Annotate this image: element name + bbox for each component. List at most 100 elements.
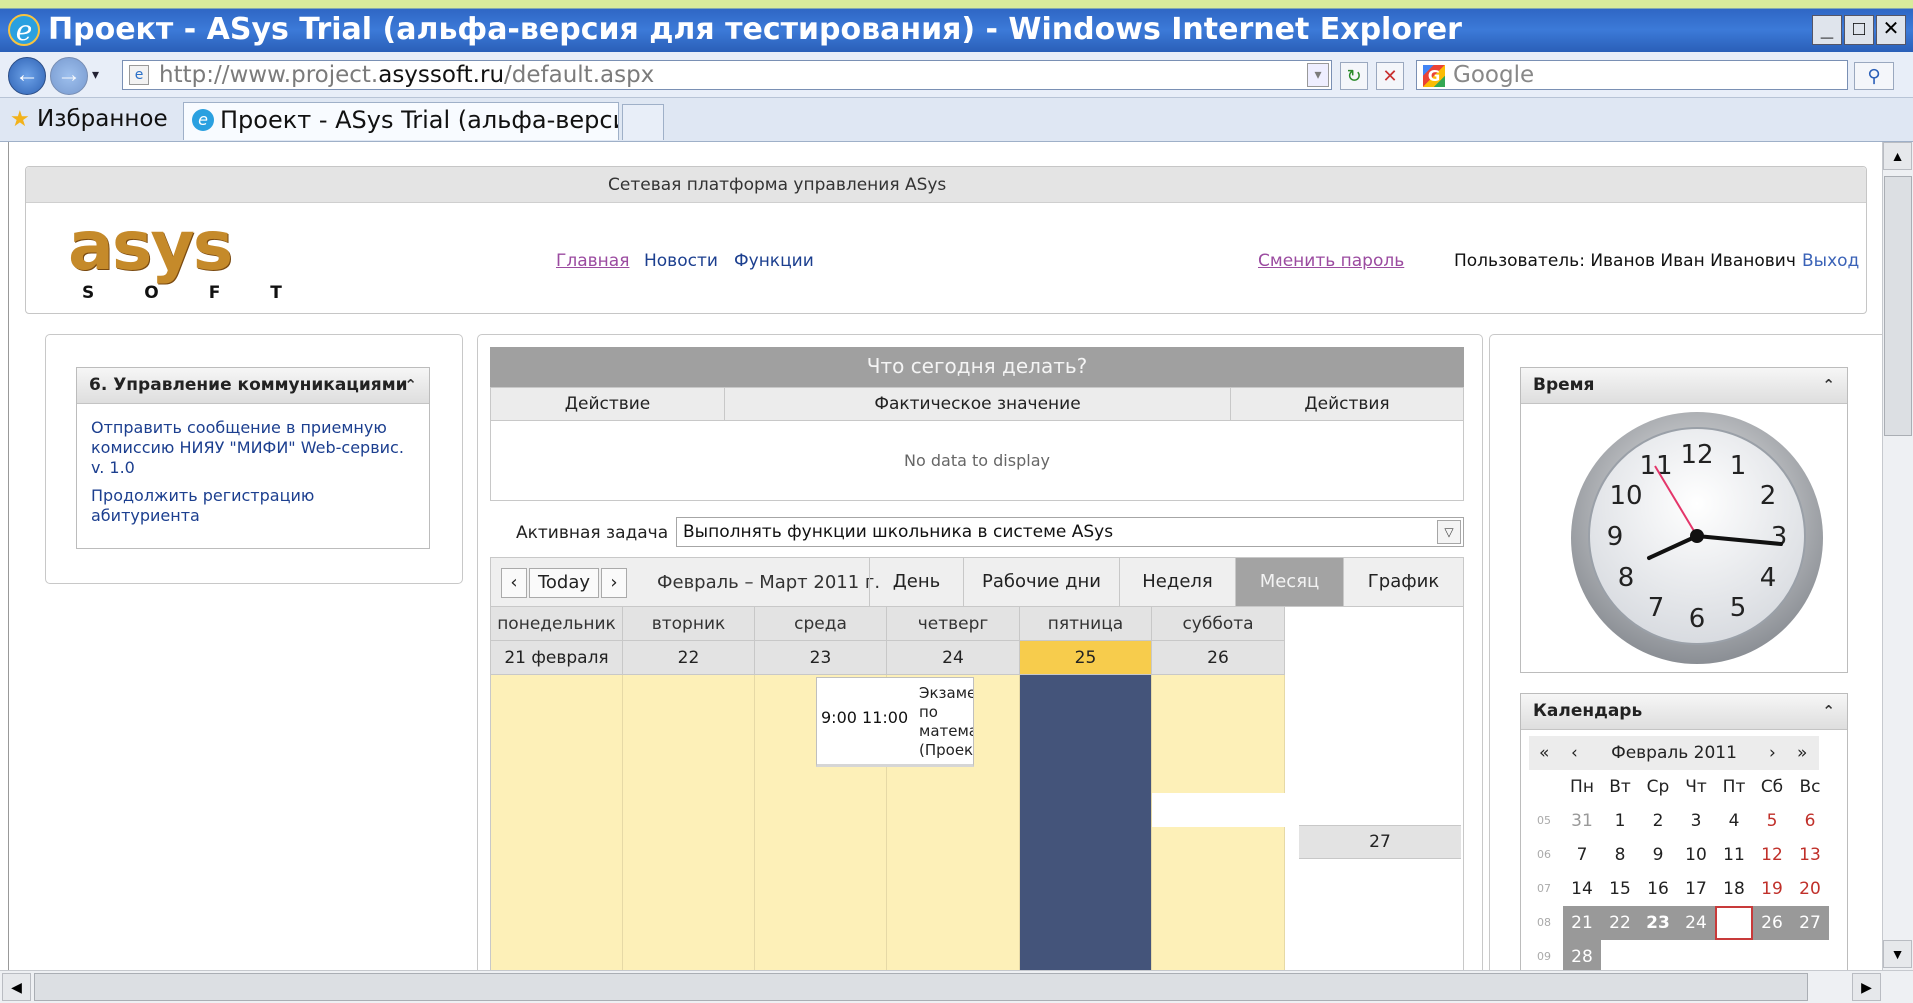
- day-number-3[interactable]: 24: [887, 641, 1020, 675]
- calendar-day[interactable]: 17: [1677, 872, 1715, 906]
- event-time: 9:00 11:00: [821, 708, 909, 727]
- nav-news-link[interactable]: Новости: [644, 251, 718, 271]
- horizontal-scrollbar[interactable]: ◀ ▶: [0, 970, 1913, 1003]
- calendar-day[interactable]: 3: [1677, 804, 1715, 838]
- calendar-day[interactable]: 23: [1639, 906, 1677, 940]
- todo-grid-columns: Действие Фактическое значение Действия: [490, 387, 1464, 421]
- day-cell-sunday[interactable]: [1152, 827, 1285, 970]
- calendar-day[interactable]: 19: [1753, 872, 1791, 906]
- calendar-day[interactable]: 9: [1639, 838, 1677, 872]
- sunday-number[interactable]: 27: [1299, 825, 1461, 859]
- collapse-icon[interactable]: ⌃: [404, 368, 417, 402]
- scroll-thumb[interactable]: [1884, 176, 1912, 436]
- day-cell-4[interactable]: [1020, 675, 1152, 970]
- close-button[interactable]: ✕: [1876, 15, 1906, 45]
- search-input[interactable]: G Google: [1416, 60, 1848, 90]
- calendar-day[interactable]: 31: [1563, 804, 1601, 838]
- day-cell-0[interactable]: [491, 675, 623, 970]
- minimize-button[interactable]: _: [1812, 15, 1842, 45]
- clock-number: 3: [1771, 522, 1788, 552]
- calendar-day[interactable]: 26: [1753, 906, 1791, 940]
- calendar-day[interactable]: 12: [1753, 838, 1791, 872]
- tab-month[interactable]: Месяц: [1235, 558, 1343, 606]
- logout-link[interactable]: Выход: [1802, 251, 1859, 271]
- calendar-day[interactable]: 27: [1791, 906, 1829, 940]
- day-number-0[interactable]: 21 февраля: [491, 641, 623, 675]
- next-button[interactable]: ›: [601, 568, 627, 598]
- scroll-right-icon[interactable]: ▶: [1852, 973, 1881, 1001]
- day-cell-saturday[interactable]: [1152, 675, 1285, 793]
- search-button[interactable]: ⚲: [1854, 62, 1894, 90]
- scroll-up-icon[interactable]: ▲: [1883, 142, 1912, 170]
- horizontal-scroll-thumb[interactable]: [34, 973, 1808, 1001]
- favorites-button[interactable]: ★ Избранное: [10, 104, 168, 135]
- tab-active[interactable]: e Проект - ASys Trial (альфа-версия...: [183, 102, 619, 140]
- calendar-day[interactable]: 24: [1677, 906, 1715, 940]
- address-field[interactable]: e http://www.project.asyssoft.ru/default…: [122, 60, 1332, 90]
- nav-home-link[interactable]: Главная: [556, 251, 629, 271]
- active-task-select[interactable]: Выполнять функции школьника в системе AS…: [676, 517, 1464, 547]
- calendar-day[interactable]: 10: [1677, 838, 1715, 872]
- day-number-5[interactable]: 26: [1152, 641, 1285, 675]
- clock-number: 2: [1760, 481, 1777, 511]
- calendar-day[interactable]: 16: [1639, 872, 1677, 906]
- chevron-down-icon[interactable]: ▽: [1437, 520, 1461, 544]
- tab-week[interactable]: Неделя: [1119, 558, 1235, 606]
- widget-title: 6. Управление коммуникациями: [89, 375, 408, 395]
- day-number-4[interactable]: 25: [1020, 641, 1152, 675]
- google-icon: G: [1423, 65, 1445, 87]
- calendar-day[interactable]: 13: [1791, 838, 1829, 872]
- continue-registration-link[interactable]: Продолжить регистрацию абитуриента: [91, 486, 417, 526]
- column-actions[interactable]: Действия: [1231, 388, 1463, 420]
- maximize-button[interactable]: □: [1844, 15, 1874, 45]
- history-dropdown-icon[interactable]: ▾: [92, 66, 99, 83]
- tab-day[interactable]: День: [869, 558, 963, 606]
- calendar-day[interactable]: 28: [1563, 940, 1601, 970]
- calendar-day[interactable]: 18: [1715, 872, 1753, 906]
- calendar-day[interactable]: 11: [1715, 838, 1753, 872]
- next-year-button[interactable]: »: [1797, 736, 1807, 770]
- weekday-1: Вт: [1609, 777, 1631, 797]
- calendar-day[interactable]: 4: [1715, 804, 1753, 838]
- new-tab-button[interactable]: [622, 104, 664, 140]
- calendar-day[interactable]: 25: [1715, 906, 1753, 940]
- collapse-icon[interactable]: ⌃: [1822, 694, 1835, 728]
- day-name-1: вторник: [623, 607, 755, 641]
- forward-button[interactable]: →: [50, 57, 88, 95]
- back-button[interactable]: ←: [8, 57, 46, 95]
- next-month-button[interactable]: ›: [1769, 736, 1776, 770]
- today-button[interactable]: Today: [529, 568, 599, 598]
- send-message-link[interactable]: Отправить сообщение в приемную комиссию …: [91, 418, 417, 478]
- calendar-day[interactable]: 20: [1791, 872, 1829, 906]
- scroll-left-icon[interactable]: ◀: [2, 973, 31, 1001]
- stop-icon[interactable]: ✕: [1376, 62, 1404, 90]
- calendar-day[interactable]: 8: [1601, 838, 1639, 872]
- calendar-day[interactable]: 6: [1791, 804, 1829, 838]
- tab-workdays[interactable]: Рабочие дни: [963, 558, 1119, 606]
- day-number-2[interactable]: 23: [755, 641, 887, 675]
- calendar-day[interactable]: 15: [1601, 872, 1639, 906]
- calendar-day[interactable]: 21: [1563, 906, 1601, 940]
- collapse-icon[interactable]: ⌃: [1822, 368, 1835, 402]
- column-actual-value[interactable]: Фактическое значение: [725, 388, 1231, 420]
- nav-functions-link[interactable]: Функции: [734, 251, 814, 271]
- calendar-day[interactable]: 7: [1563, 838, 1601, 872]
- refresh-icon[interactable]: ↻: [1340, 62, 1368, 90]
- clock-number: 8: [1618, 563, 1635, 593]
- calendar-day[interactable]: 22: [1601, 906, 1639, 940]
- calendar-event[interactable]: 9:00 11:00 Экзамен по математике (Проект …: [816, 677, 974, 767]
- scroll-down-icon[interactable]: ▼: [1883, 940, 1912, 968]
- column-action[interactable]: Действие: [491, 388, 725, 420]
- calendar-day[interactable]: 14: [1563, 872, 1601, 906]
- calendar-day[interactable]: 5: [1753, 804, 1791, 838]
- address-dropdown-icon[interactable]: ▾: [1307, 63, 1329, 87]
- widget-header: 6. Управление коммуникациями ⌃: [77, 368, 429, 404]
- day-cell-1[interactable]: [623, 675, 755, 970]
- vertical-scrollbar[interactable]: ▲ ▼: [1882, 142, 1913, 970]
- change-password-link[interactable]: Сменить пароль: [1258, 251, 1404, 271]
- prev-button[interactable]: ‹: [501, 568, 527, 598]
- calendar-day[interactable]: 1: [1601, 804, 1639, 838]
- calendar-day[interactable]: 2: [1639, 804, 1677, 838]
- day-number-1[interactable]: 22: [623, 641, 755, 675]
- tab-timeline[interactable]: График: [1343, 558, 1463, 606]
